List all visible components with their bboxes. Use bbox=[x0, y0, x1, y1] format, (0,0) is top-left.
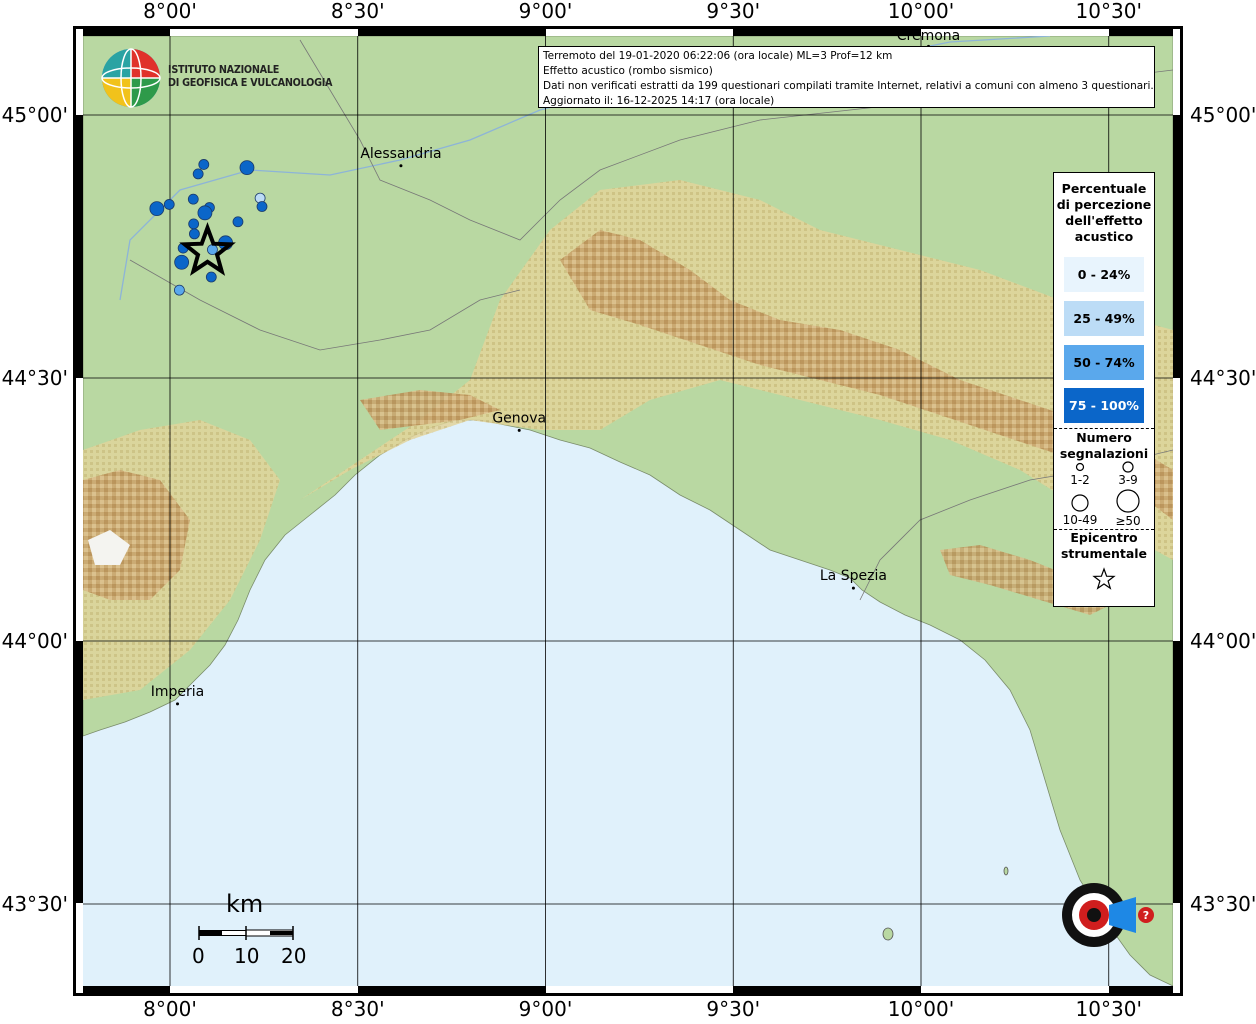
lat-label-right: 44°30' bbox=[1190, 366, 1256, 390]
scale-bar-tick: 20 bbox=[281, 944, 307, 968]
legend-size-circles bbox=[1071, 461, 1140, 513]
lon-label-bottom: 8°30' bbox=[331, 997, 385, 1021]
observation-circle bbox=[174, 254, 190, 270]
city-dot bbox=[399, 164, 403, 168]
city-label: La Spezia bbox=[820, 568, 887, 584]
scale-bar-tick: 0 bbox=[192, 944, 205, 968]
observation-circle bbox=[163, 199, 175, 210]
legend-class-0-24: 0 - 24% bbox=[1064, 257, 1144, 292]
legend: Percentuale di percezione dell'effetto a… bbox=[1053, 172, 1155, 607]
ingv-logo-text: ISTITUTO NAZIONALE DI GEOFISICA E VULCAN… bbox=[168, 64, 333, 89]
lon-label-bottom: 8°00' bbox=[143, 997, 197, 1021]
lon-label-top: 8°00' bbox=[143, 0, 197, 23]
lon-label-top: 9°00' bbox=[519, 0, 573, 23]
city-label: Alessandria bbox=[360, 146, 441, 162]
island bbox=[882, 927, 894, 941]
city-label: Imperia bbox=[151, 684, 205, 700]
event-info-box: Terremoto del 19-01-2020 06:22:06 (ora l… bbox=[538, 46, 1155, 108]
legend-star-icon bbox=[1092, 567, 1116, 590]
legend-class-25-49: 25 - 49% bbox=[1064, 301, 1144, 336]
lon-label-top: 10°00' bbox=[888, 0, 954, 23]
legend-size-label: 1-2 bbox=[1070, 473, 1090, 487]
observation-circle bbox=[192, 168, 204, 180]
scale-bar-unit: km bbox=[226, 890, 264, 918]
lat-label-left: 45°00' bbox=[2, 103, 68, 127]
legend-class-75-100: 75 - 100% bbox=[1064, 388, 1144, 423]
lat-label-left: 44°00' bbox=[2, 629, 68, 653]
lon-label-bottom: 9°30' bbox=[706, 997, 760, 1021]
lat-label-left: 44°30' bbox=[2, 366, 68, 390]
event-info-line: Aggiornato il: 16-12-2025 14:17 (ora loc… bbox=[543, 95, 775, 107]
legend-size-label: 10-49 bbox=[1062, 513, 1098, 527]
lon-label-bottom: 10°00' bbox=[888, 997, 954, 1021]
lat-label-left: 43°30' bbox=[2, 892, 68, 916]
legend-epicenter-title: Epicentro strumentale bbox=[1060, 530, 1148, 561]
legend-class-50-74: 50 - 74% bbox=[1064, 345, 1144, 380]
observation-circle bbox=[198, 159, 210, 170]
legend-divider bbox=[1054, 428, 1154, 429]
svg-text:?: ? bbox=[1143, 909, 1149, 922]
scale-bar-tick: 10 bbox=[234, 944, 260, 968]
lat-label-right: 44°00' bbox=[1190, 629, 1256, 653]
observation-circle bbox=[149, 201, 165, 217]
legend-size-label: 3-9 bbox=[1118, 473, 1138, 487]
observation-circle bbox=[197, 205, 213, 221]
lat-label-right: 45°00' bbox=[1190, 103, 1256, 127]
observation-circle bbox=[188, 218, 200, 230]
city-label: Cremona bbox=[897, 28, 961, 44]
lon-label-top: 9°30' bbox=[706, 0, 760, 23]
ingv-logo-icon bbox=[101, 48, 161, 108]
observation-circle bbox=[232, 216, 244, 228]
lat-label-right: 43°30' bbox=[1190, 892, 1256, 916]
city-dot bbox=[176, 702, 180, 706]
event-info-line: Terremoto del 19-01-2020 06:22:06 (ora l… bbox=[543, 50, 893, 62]
observation-circle bbox=[256, 201, 268, 212]
observation-circle bbox=[189, 228, 200, 240]
city-dot bbox=[517, 428, 521, 432]
observation-circle bbox=[205, 271, 217, 283]
observation-circle bbox=[239, 160, 255, 176]
event-info-line: Effetto acustico (rombo sismico) bbox=[543, 65, 713, 77]
observation-circle bbox=[187, 193, 199, 205]
event-info-line: Dati non verificati estratti da 199 ques… bbox=[543, 80, 1154, 92]
lon-label-top: 10°30' bbox=[1076, 0, 1142, 23]
map-body bbox=[83, 36, 1173, 986]
city-label: Genova bbox=[492, 410, 546, 426]
city-dot bbox=[851, 586, 855, 590]
observation-circle bbox=[207, 244, 218, 256]
legend-size-label: ≥50 bbox=[1115, 514, 1141, 528]
lon-label-bottom: 9°00' bbox=[519, 997, 573, 1021]
observation-circle bbox=[173, 284, 185, 296]
lon-label-bottom: 10°30' bbox=[1076, 997, 1142, 1021]
lon-label-top: 8°30' bbox=[331, 0, 385, 23]
legend-title: Percentuale di percezione dell'effetto a… bbox=[1056, 181, 1152, 244]
